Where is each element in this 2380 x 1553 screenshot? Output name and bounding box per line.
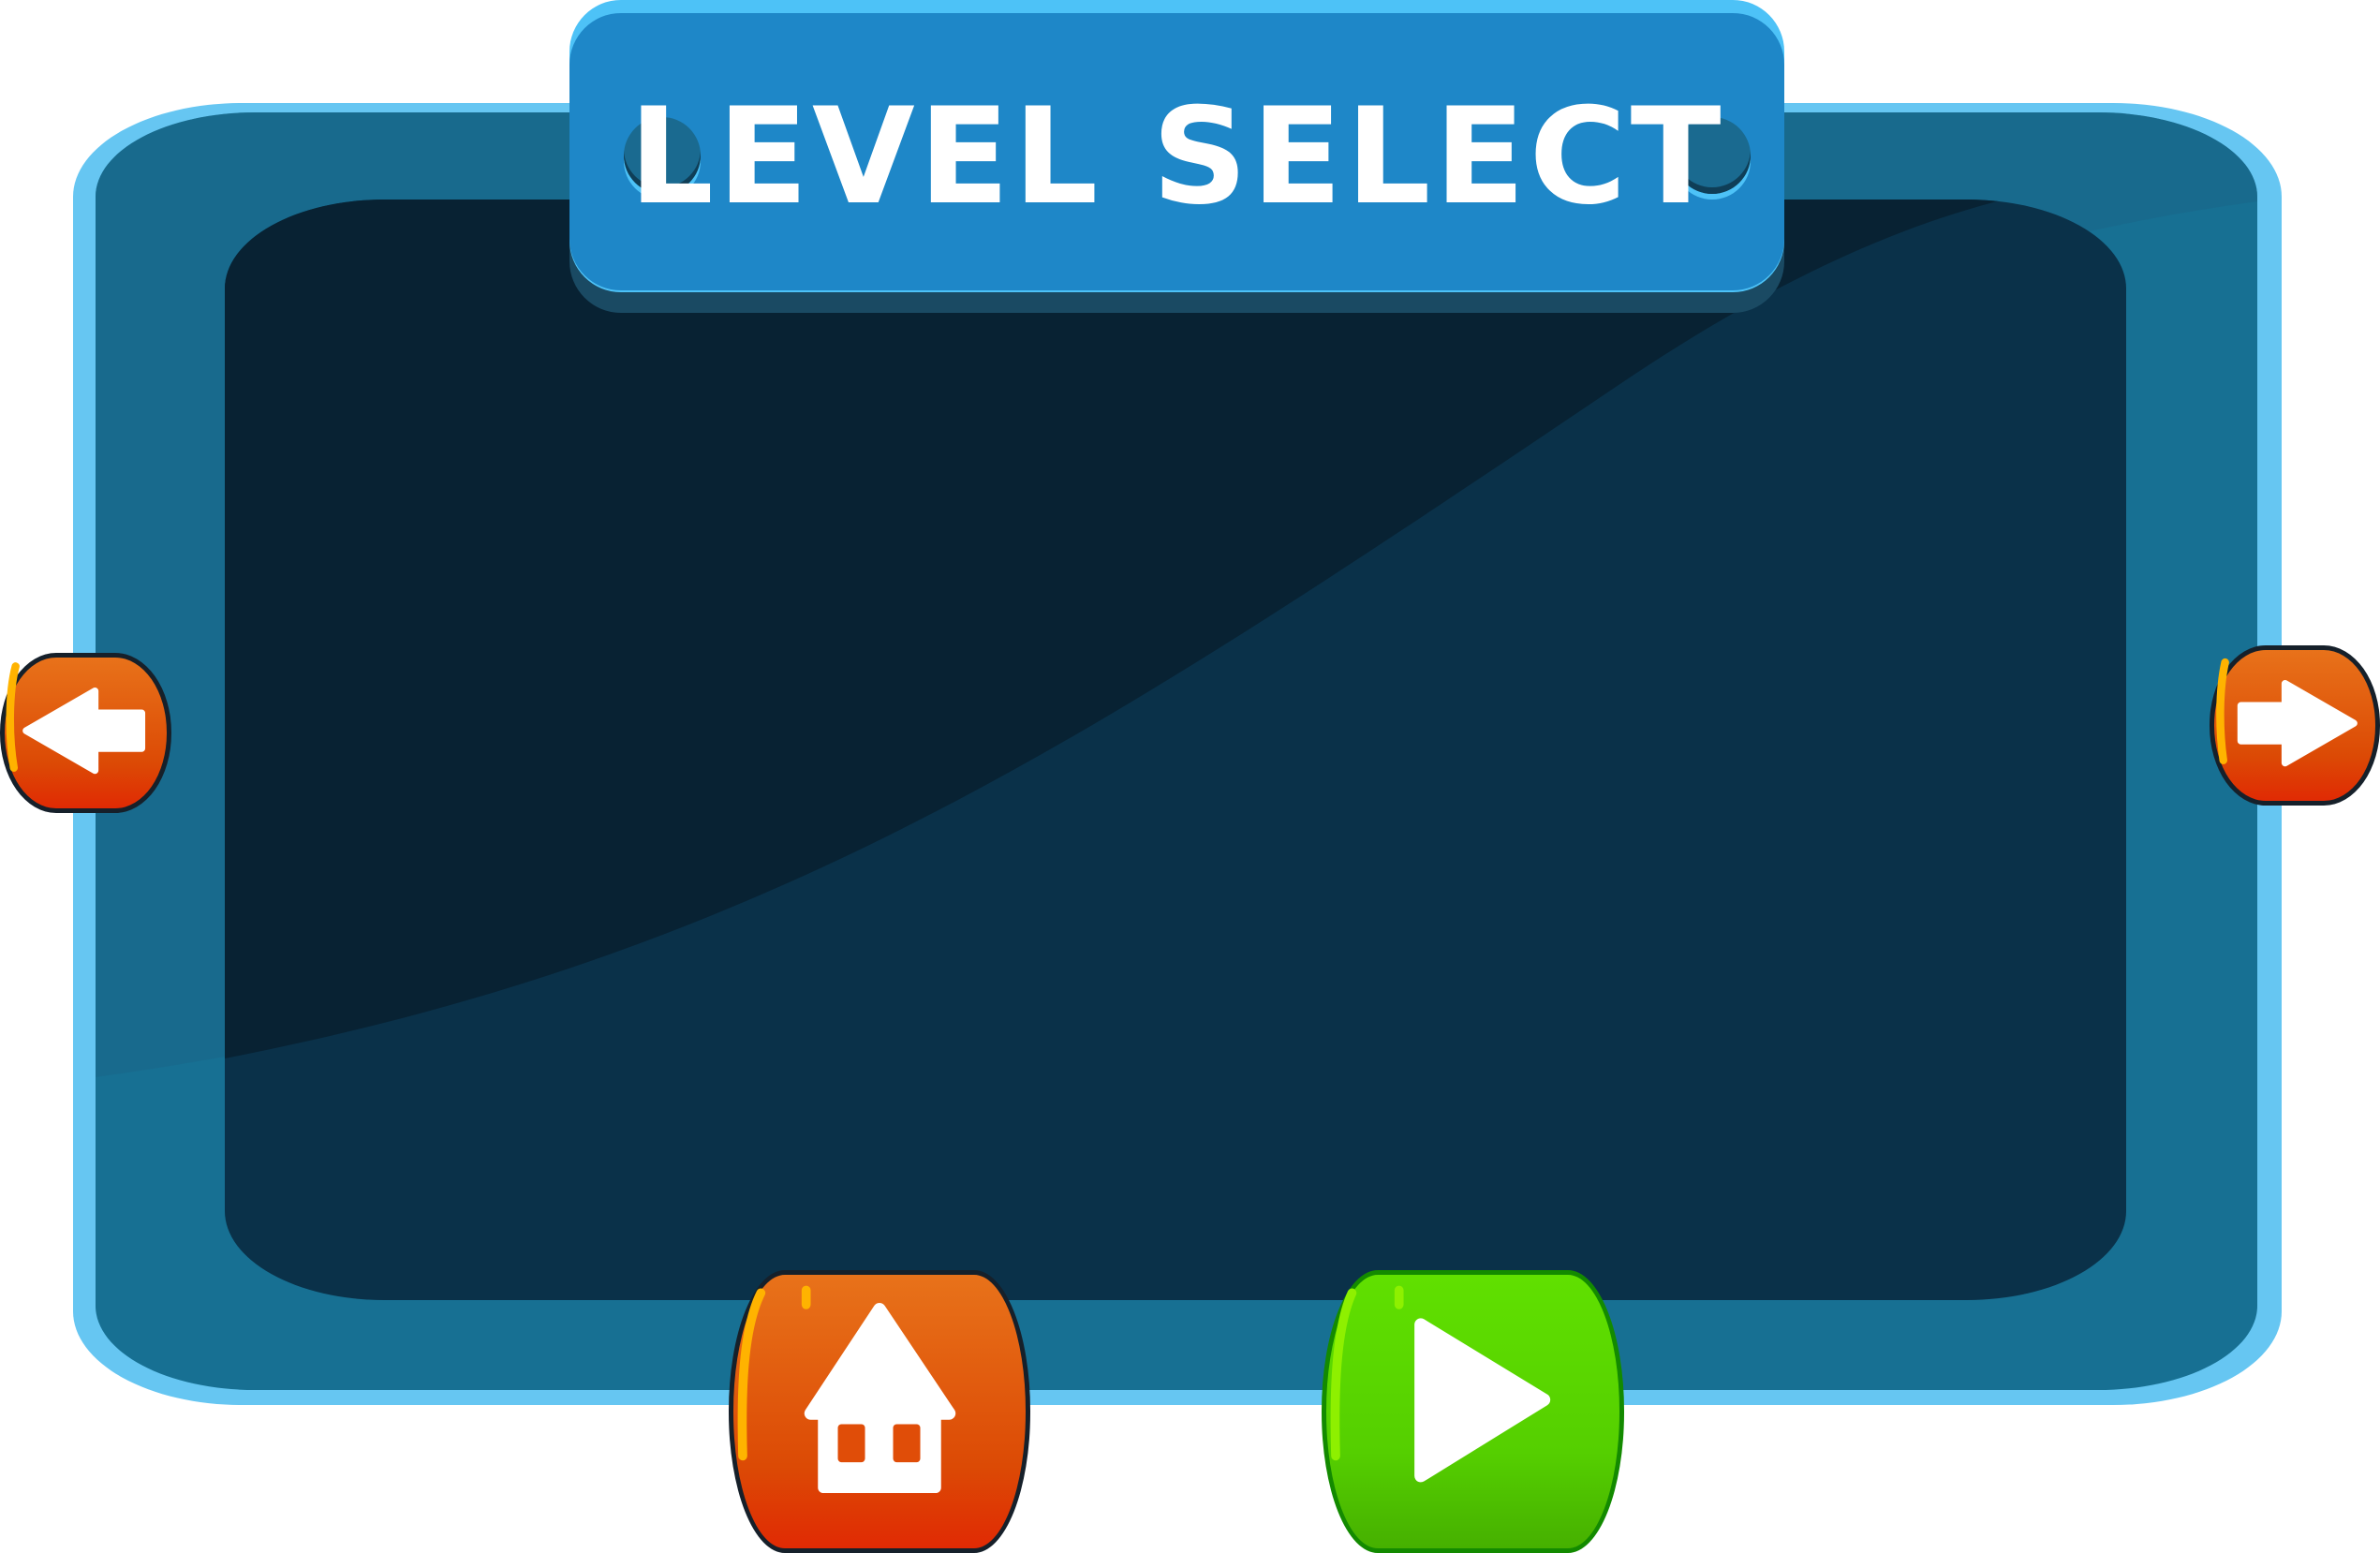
home-button[interactable] xyxy=(729,1270,1030,1553)
next-page-button[interactable] xyxy=(2210,645,2380,806)
play-button[interactable] xyxy=(1322,1270,1624,1553)
arrow-right-icon xyxy=(2216,658,2358,767)
screen-sheen xyxy=(225,200,2004,1058)
prev-page-button[interactable] xyxy=(0,653,171,813)
page-title: LEVEL SELECT xyxy=(628,80,1725,234)
home-icon xyxy=(737,1285,956,1494)
play-icon xyxy=(1330,1285,1551,1483)
arrow-left-icon xyxy=(6,662,146,775)
level-select-panel: LEVEL SELECT xyxy=(0,0,2380,1553)
level-grid-area xyxy=(225,200,2126,1300)
